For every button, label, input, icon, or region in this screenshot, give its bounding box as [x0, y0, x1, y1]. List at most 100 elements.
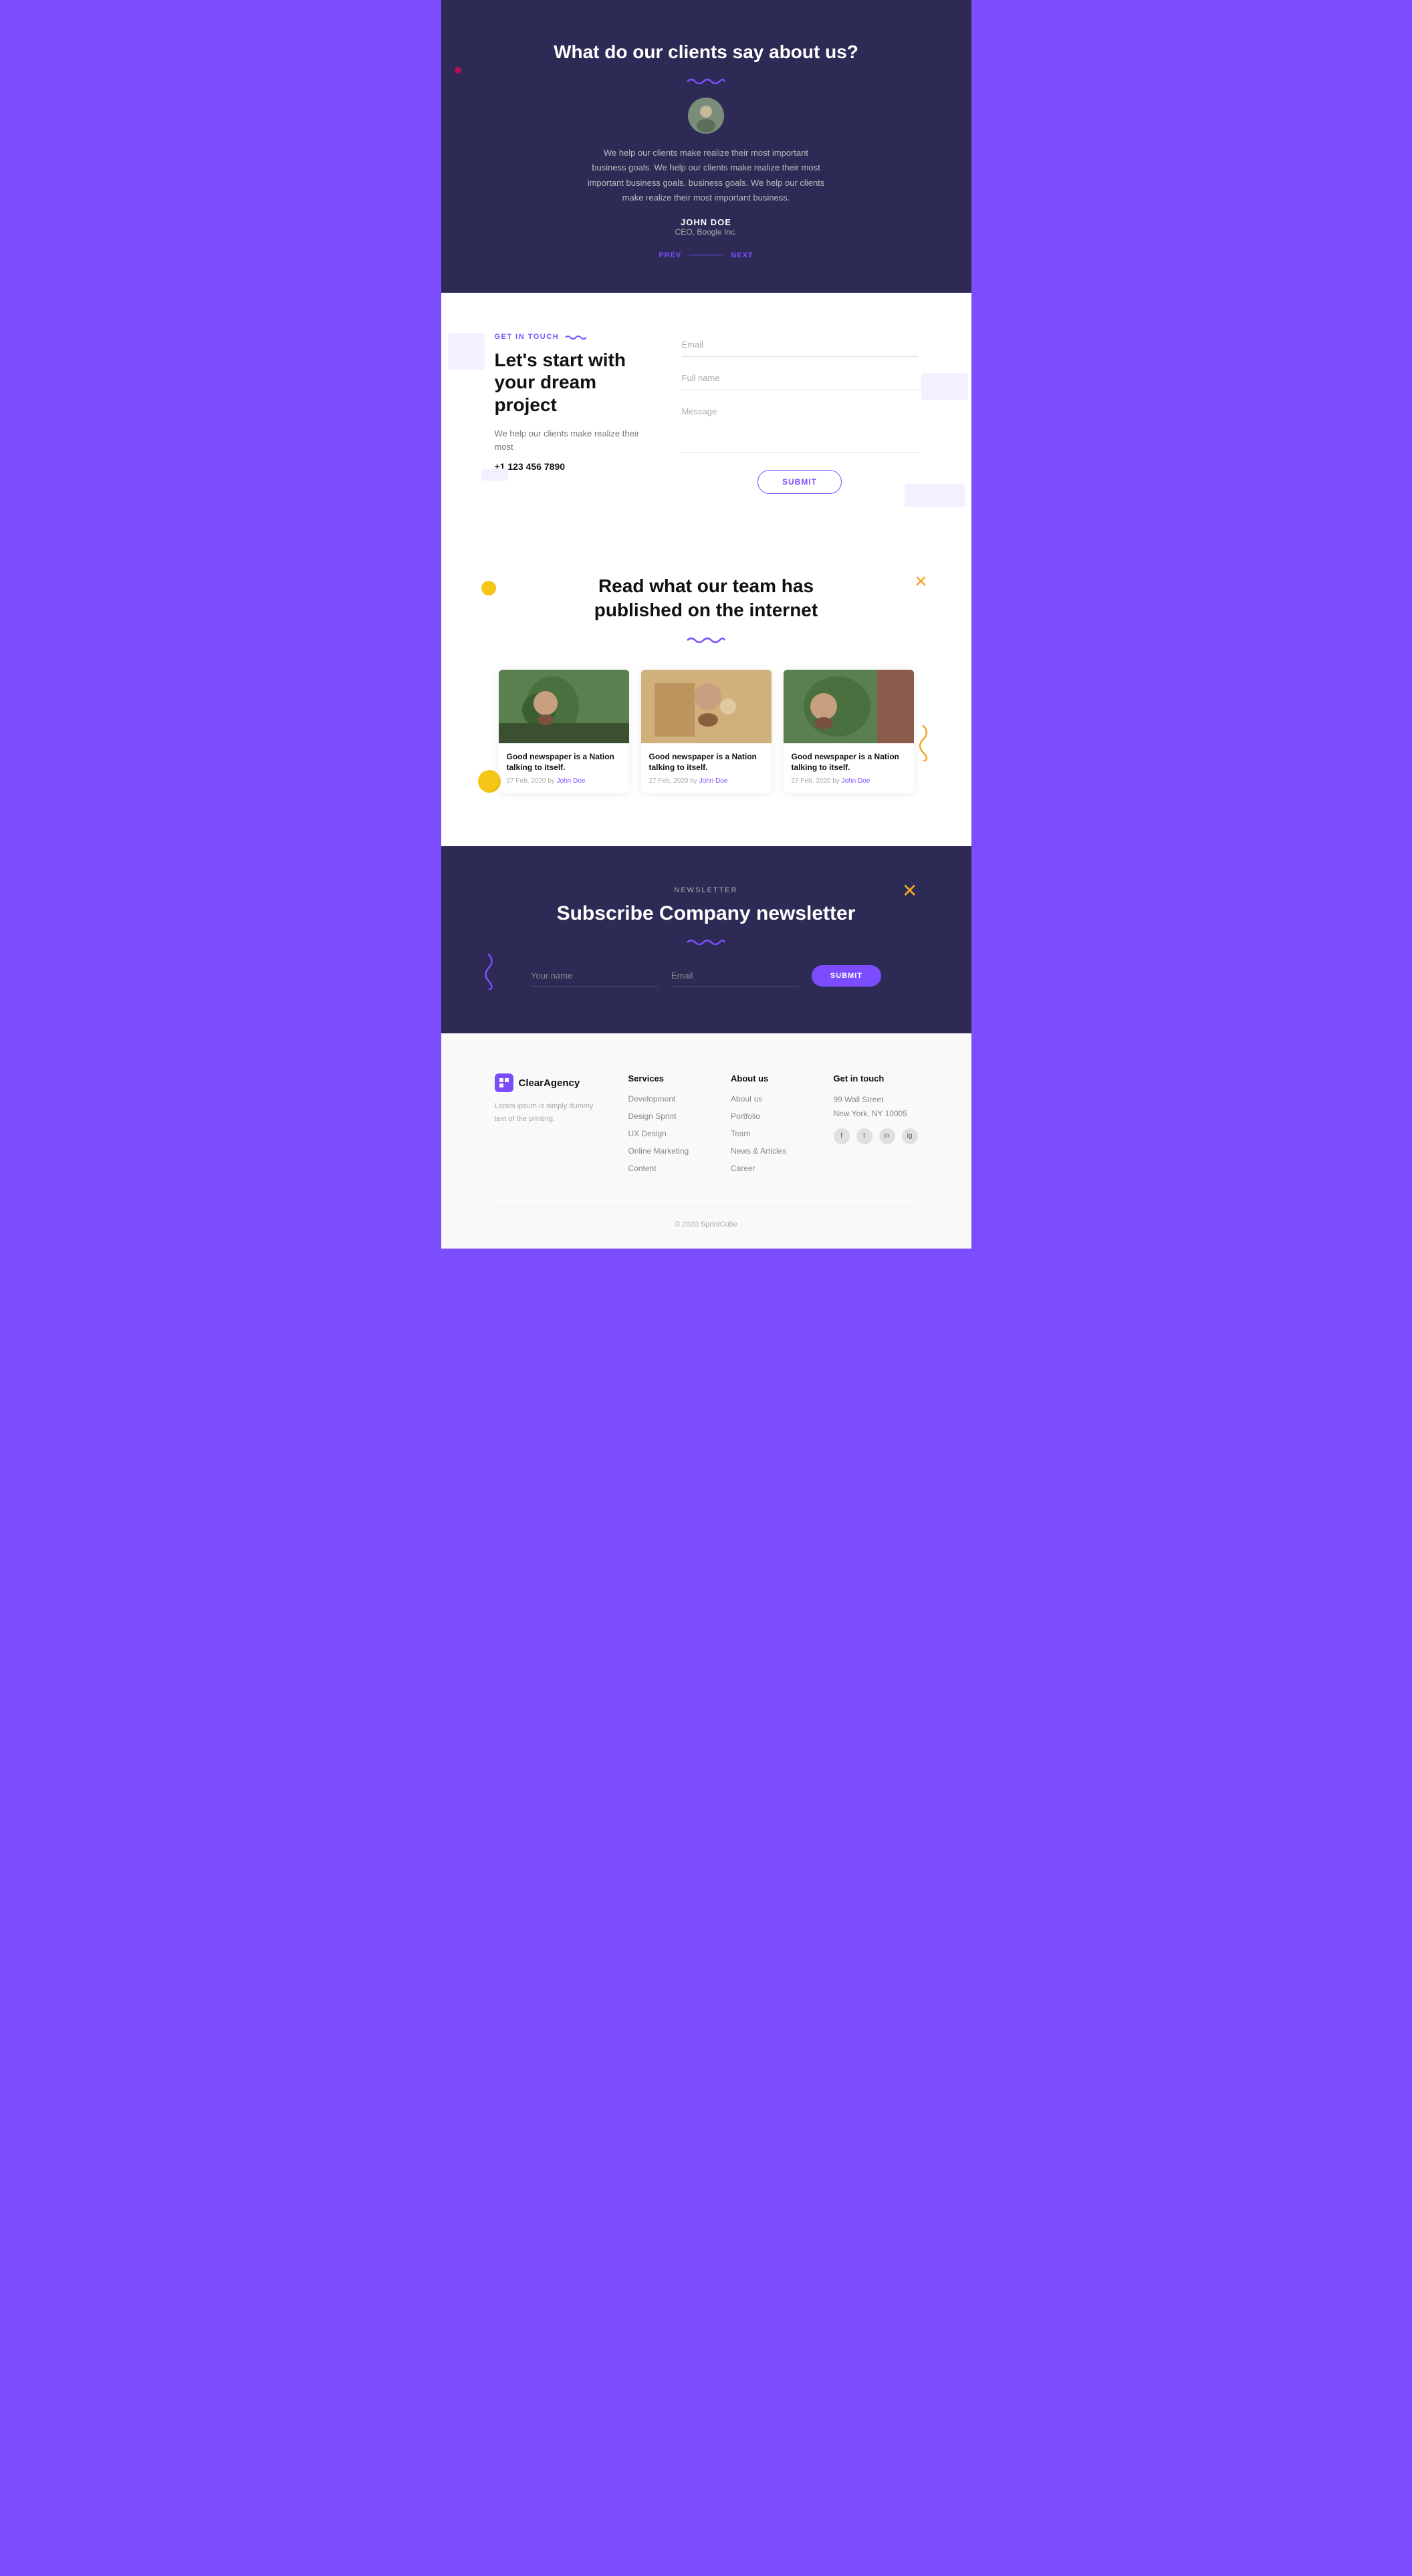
twitter-icon[interactable]: t	[856, 1128, 872, 1144]
newsletter-name-input[interactable]	[531, 965, 658, 987]
contact-form: SUBMIT	[682, 333, 918, 494]
newsletter-form: SUBMIT	[495, 965, 918, 987]
blog-by: by	[832, 777, 841, 785]
service-online-marketing[interactable]: Online Marketing	[628, 1146, 689, 1156]
wavy-decoration	[686, 76, 726, 84]
testimonial-navigation: PREV NEXT	[468, 251, 945, 259]
contact-badge: GET IN TOUCH	[495, 333, 642, 341]
newsletter-x-icon: ✕	[902, 880, 917, 902]
footer-contact: Get in touch 99 Wall StreetNew York, NY …	[834, 1073, 918, 1180]
yellow-dot	[481, 581, 496, 596]
blog-cards-container: Good newspaper is a Nation talking to it…	[495, 670, 918, 793]
news-link[interactable]: News & Articles	[731, 1146, 786, 1156]
services-title: Services	[628, 1073, 705, 1083]
blog-card-title: Good newspaper is a Nation talking to it…	[649, 751, 763, 774]
about-list: About us Portfolio Team News & Articles …	[731, 1093, 807, 1174]
newsletter-wavy	[686, 937, 726, 945]
newsletter-email-input[interactable]	[671, 965, 798, 987]
contact-submit-button[interactable]: SUBMIT	[757, 470, 842, 494]
instagram-icon[interactable]: ig	[902, 1128, 918, 1144]
blog-card-body: Good newspaper is a Nation talking to it…	[641, 743, 772, 793]
blog-by: by	[690, 777, 699, 785]
contact-inner: GET IN TOUCH Let's start with your dream…	[495, 333, 918, 494]
blog-date: 27 Feb, 2020	[649, 777, 689, 785]
message-input[interactable]	[682, 400, 918, 453]
blog-card-meta: 27 Feb, 2020 by John Doe	[507, 777, 621, 785]
fullname-input[interactable]	[682, 366, 918, 390]
blog-section: ✕ Read what our team has published on th…	[441, 534, 971, 846]
brand-icon	[495, 1073, 513, 1092]
blog-card: Good newspaper is a Nation talking to it…	[641, 670, 772, 793]
contact-title: Get in touch	[834, 1073, 918, 1083]
contact-title: Let's start with your dream project	[495, 349, 642, 416]
career-link[interactable]: Career	[731, 1164, 755, 1173]
footer-address: 99 Wall StreetNew York, NY 10005	[834, 1093, 918, 1120]
avatar	[688, 98, 724, 134]
prev-button[interactable]: PREV	[659, 251, 681, 259]
service-design-sprint[interactable]: Design Sprint	[628, 1112, 677, 1121]
badge-label: GET IN TOUCH	[495, 333, 560, 341]
deco-bottom-right	[905, 484, 965, 507]
blog-author-link[interactable]: John Doe	[557, 777, 586, 785]
linkedin-icon[interactable]: in	[879, 1128, 895, 1144]
blog-date: 27 Feb, 2020	[792, 777, 831, 785]
blog-card-image	[784, 670, 914, 743]
blog-card-image	[499, 670, 629, 743]
blog-author-link[interactable]: John Doe	[842, 777, 870, 785]
contact-left-panel: GET IN TOUCH Let's start with your dream…	[495, 333, 642, 472]
testimonial-section: What do our clients say about us? We hel…	[441, 0, 971, 293]
blog-card: Good newspaper is a Nation talking to it…	[499, 670, 629, 793]
blog-image-3	[784, 670, 914, 743]
footer-about: About us About us Portfolio Team News & …	[731, 1073, 807, 1180]
service-ux-design[interactable]: UX Design	[628, 1129, 667, 1138]
orange-x-icon: ✕	[914, 574, 927, 590]
blog-date: 27 Feb, 2020	[507, 777, 546, 785]
blog-card-meta: 27 Feb, 2020 by John Doe	[792, 777, 906, 785]
testimonial-body: We help our clients make realize their m…	[586, 146, 826, 205]
blog-by: by	[548, 777, 556, 785]
facebook-icon[interactable]: f	[834, 1128, 850, 1144]
blog-card-body: Good newspaper is a Nation talking to it…	[784, 743, 914, 793]
about-title: About us	[731, 1073, 807, 1083]
message-group	[682, 400, 918, 457]
service-development[interactable]: Development	[628, 1094, 676, 1104]
newsletter-name-field	[531, 965, 658, 987]
portfolio-link[interactable]: Portfolio	[731, 1112, 760, 1121]
testimonial-role: CEO, Boogle Inc.	[468, 227, 945, 237]
deco-left	[448, 333, 485, 370]
footer: ClearAgency Lorem ipsum is simply dummy …	[441, 1033, 971, 1249]
newsletter-squiggle	[481, 953, 496, 993]
blog-card-title: Good newspaper is a Nation talking to it…	[507, 751, 621, 774]
blog-card-meta: 27 Feb, 2020 by John Doe	[649, 777, 763, 785]
newsletter-submit-button[interactable]: SUBMIT	[812, 965, 881, 987]
about-link[interactable]: About us	[731, 1094, 762, 1104]
service-content[interactable]: Content	[628, 1164, 657, 1173]
testimonial-name: JOHN DOE	[468, 217, 945, 227]
footer-brand: ClearAgency Lorem ipsum is simply dummy …	[495, 1073, 602, 1180]
blog-card: Good newspaper is a Nation talking to it…	[784, 670, 914, 793]
team-link[interactable]: Team	[731, 1129, 750, 1138]
brand-desc: Lorem ipsum is simply dummy text of the …	[495, 1100, 602, 1125]
blog-card-image	[641, 670, 772, 743]
next-button[interactable]: NEXT	[731, 251, 753, 259]
services-list: Development Design Sprint UX Design Onli…	[628, 1093, 705, 1174]
blog-card-body: Good newspaper is a Nation talking to it…	[499, 743, 629, 793]
footer-inner: ClearAgency Lorem ipsum is simply dummy …	[495, 1073, 918, 1180]
social-links: f t in ig	[834, 1128, 918, 1144]
fullname-group	[682, 366, 918, 390]
blog-title: Read what our team has published on the …	[579, 574, 833, 623]
deco-right	[921, 373, 968, 400]
footer-copyright: © 2020 SprintCube	[495, 1206, 918, 1229]
badge-wavy	[564, 334, 588, 340]
blog-wavy	[686, 635, 726, 643]
dotted-ball	[478, 770, 501, 793]
blog-image-1	[499, 670, 629, 743]
deco-small	[481, 469, 508, 481]
email-input[interactable]	[682, 333, 918, 357]
newsletter-badge: NEWSLETTER	[495, 886, 918, 894]
blog-author-link[interactable]: John Doe	[699, 777, 728, 785]
copyright-text: © 2020 SprintCube	[675, 1220, 737, 1229]
contact-section: GET IN TOUCH Let's start with your dream…	[441, 293, 971, 534]
blog-card-title: Good newspaper is a Nation talking to it…	[792, 751, 906, 774]
newsletter-email-field	[671, 965, 798, 987]
